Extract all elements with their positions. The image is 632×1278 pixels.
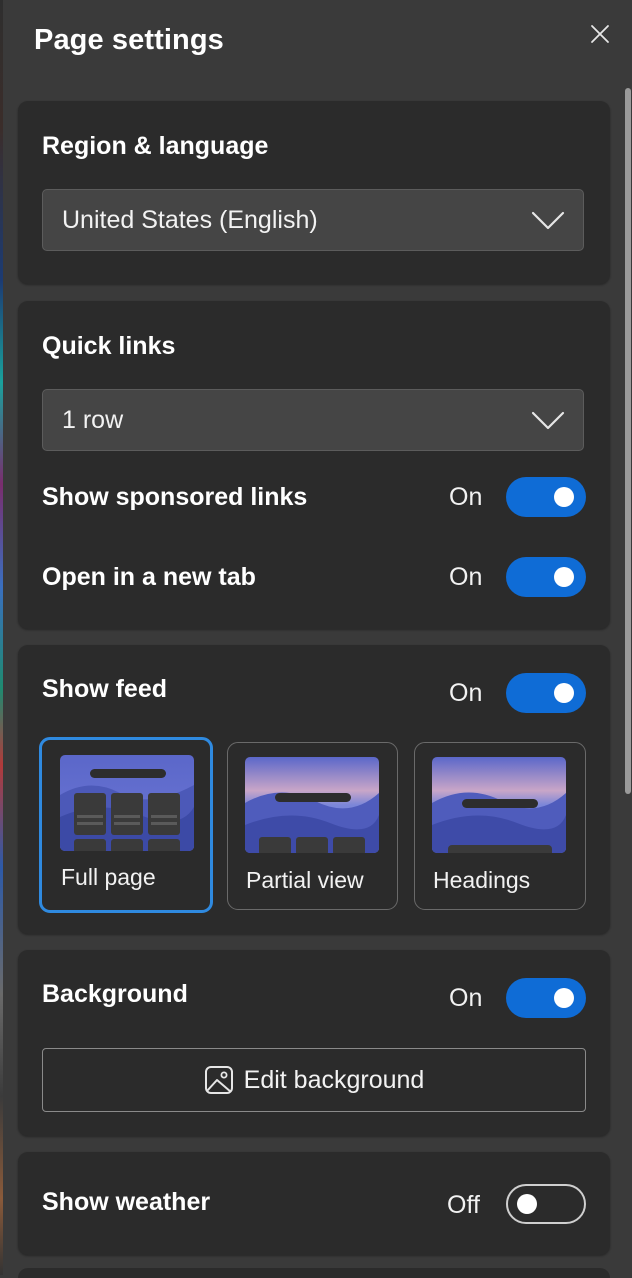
headings-preview	[432, 757, 566, 853]
weather-title: Show weather	[42, 1188, 211, 1216]
region-card: Region & language United States (English…	[18, 101, 610, 284]
new-tab-state: On	[449, 563, 483, 591]
weather-toggle[interactable]	[506, 1184, 586, 1224]
region-title: Region & language	[42, 132, 269, 160]
sponsored-links-label: Show sponsored links	[42, 483, 308, 511]
toggle-knob	[554, 988, 574, 1008]
background-state: On	[449, 984, 483, 1012]
new-tab-label: Open in a new tab	[42, 563, 256, 591]
background-card: Background On Edit background	[18, 950, 610, 1136]
toggle-knob	[517, 1194, 537, 1214]
new-tab-toggle[interactable]	[506, 557, 586, 597]
quick-links-title: Quick links	[42, 332, 176, 360]
region-select-value: United States (English)	[62, 206, 318, 234]
toggle-knob	[554, 683, 574, 703]
feed-toggle[interactable]	[506, 673, 586, 713]
layout-option-full-page[interactable]: Full page	[39, 737, 213, 913]
layout-option-label: Headings	[433, 867, 531, 893]
close-button[interactable]	[584, 18, 616, 50]
full-page-preview	[60, 755, 194, 851]
partial-view-preview	[245, 757, 379, 853]
toggle-knob	[554, 567, 574, 587]
next-card-edge	[18, 1268, 610, 1278]
image-icon	[204, 1066, 233, 1094]
layout-option-headings[interactable]: Headings	[414, 742, 586, 910]
feed-title: Show feed	[42, 675, 168, 703]
background-toggle[interactable]	[506, 978, 586, 1018]
layout-option-label: Full page	[61, 864, 156, 890]
layout-option-label: Partial view	[246, 867, 364, 893]
chevron-down-icon	[531, 411, 565, 430]
layout-option-partial-view[interactable]: Partial view	[227, 742, 398, 910]
panel-title: Page settings	[34, 24, 224, 56]
quick-links-rows-select[interactable]: 1 row	[42, 389, 584, 451]
edit-background-button[interactable]: Edit background	[42, 1048, 586, 1112]
feed-card: Show feed On Full page Partial view Head…	[18, 645, 610, 934]
toggle-knob	[554, 487, 574, 507]
sponsored-links-state: On	[449, 483, 483, 511]
region-select[interactable]: United States (English)	[42, 189, 584, 251]
weather-state: Off	[447, 1191, 480, 1219]
scrollbar-thumb[interactable]	[625, 88, 631, 794]
quick-links-card: Quick links 1 row Show sponsored links O…	[18, 301, 610, 629]
sponsored-links-toggle[interactable]	[506, 477, 586, 517]
background-edge	[0, 0, 3, 1275]
feed-state: On	[449, 679, 483, 707]
background-title: Background	[42, 980, 188, 1008]
chevron-down-icon	[531, 211, 565, 230]
weather-card: Show weather Off	[18, 1152, 610, 1255]
edit-background-label: Edit background	[243, 1065, 425, 1094]
quick-links-rows-value: 1 row	[62, 406, 124, 434]
close-icon	[591, 25, 609, 43]
